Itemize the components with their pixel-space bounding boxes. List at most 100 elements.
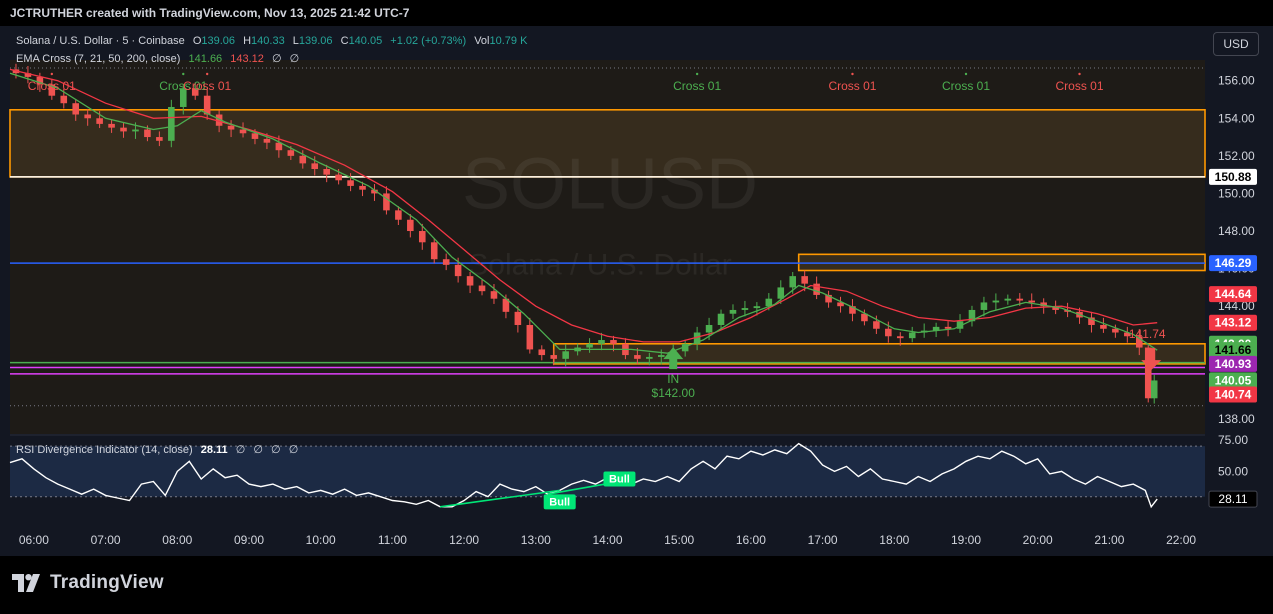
x-tick-label: 17:00 <box>808 533 838 547</box>
tradingview-logo[interactable]: TradingView <box>12 572 164 594</box>
cross-marker <box>182 72 185 76</box>
candle-body <box>203 95 211 115</box>
ema-legend: EMA Cross (7, 21, 50, 200, close) 141.66… <box>16 52 304 65</box>
candle-body <box>705 324 713 333</box>
rsi-empty-value: ∅ <box>235 444 246 456</box>
bull-label-text: Bull <box>549 496 570 508</box>
candle-body <box>657 355 665 357</box>
x-tick-label: 22:00 <box>1166 533 1196 547</box>
ohlc-change: +1.02 (+0.73%) <box>390 35 467 47</box>
candle-body <box>383 193 390 211</box>
candle-body <box>562 351 569 359</box>
chart-canvas[interactable]: SOLUSD Solana / U.S. Dollar Cross 01 Cross … <box>0 26 1273 556</box>
candle-body <box>144 129 151 138</box>
cross-label: Cross 01 <box>28 79 76 93</box>
ohlc-open: O139.06 <box>192 35 236 47</box>
candle-body <box>598 340 605 344</box>
candle-body <box>454 264 462 277</box>
ema-empty-value: ∅ <box>271 53 282 65</box>
candle-body <box>992 300 1000 303</box>
x-tick-label: 16:00 <box>736 533 766 547</box>
watermark-name: Solana / U.S. Dollar <box>468 248 731 281</box>
sell-label: 141.74 <box>1129 327 1166 341</box>
candle-body <box>96 118 103 124</box>
x-tick-label: 14:00 <box>592 533 622 547</box>
candle-body <box>634 355 641 359</box>
x-tick-label: 15:00 <box>664 533 694 547</box>
symbol-legend: Solana / U.S. Dollar · 5 · Coinbase O139… <box>16 35 532 47</box>
candle-body <box>908 332 916 339</box>
candle-body <box>717 313 725 325</box>
price-label-text: 140.05 <box>1215 373 1252 387</box>
buy-label: IN <box>667 372 679 386</box>
rsi-empty-value: ∅ <box>253 444 263 456</box>
cross-marker <box>964 72 968 76</box>
candle-body <box>980 302 988 310</box>
price-zone <box>797 253 1206 272</box>
rsi-empty-value: ∅ <box>288 444 299 456</box>
candle-body <box>132 129 139 132</box>
candle-body <box>359 185 366 190</box>
candle-body <box>885 328 892 337</box>
candle-body <box>490 291 498 299</box>
x-tick-label: 07:00 <box>91 533 121 547</box>
x-tick-label: 21:00 <box>1094 533 1124 547</box>
candle-body <box>72 103 80 115</box>
candle-body <box>287 150 295 156</box>
candle-body <box>550 355 558 359</box>
caption-text: JCTRUTHER created with TradingView.com, … <box>10 6 410 20</box>
candle-body <box>526 324 534 350</box>
ema-label[interactable]: EMA Cross (7, 21, 50, 200, close) <box>16 53 180 65</box>
tradingview-logo-icon <box>12 574 40 592</box>
rsi-value: 28.11 <box>200 444 228 456</box>
x-tick-label: 08:00 <box>162 533 192 547</box>
bull-label-text: Bull <box>609 474 630 486</box>
rsi-label[interactable]: RSI Divergence Indicator (14, close) <box>16 444 193 456</box>
cross-marker <box>1078 72 1081 76</box>
candle-body <box>789 276 797 288</box>
price-label-text: 140.74 <box>1215 388 1252 402</box>
candle-body <box>586 343 593 348</box>
currency-button[interactable]: USD <box>1213 32 1259 56</box>
candle-body <box>263 138 271 143</box>
candle-body <box>478 285 486 292</box>
candle-body <box>60 95 68 104</box>
watermark-ticker: SOLUSD <box>462 144 758 224</box>
x-tick-label: 18:00 <box>879 533 909 547</box>
y-tick-label: 148.00 <box>1218 224 1255 238</box>
rsi-legend: RSI Divergence Indicator (14, close) 28.… <box>16 443 303 456</box>
candle-body <box>442 259 450 265</box>
price-zone <box>552 342 1206 365</box>
footer <box>0 556 1273 614</box>
ema-slow-value: 143.12 <box>230 53 264 65</box>
candle-body <box>227 125 235 130</box>
candle-body <box>156 137 163 141</box>
candle-body <box>466 276 474 286</box>
price-label-text: 146.29 <box>1215 256 1252 270</box>
cross-label: Cross 01 <box>183 79 231 93</box>
price-label-text: 143.12 <box>1215 316 1252 330</box>
rsi-tick-label: 75.00 <box>1218 433 1248 447</box>
y-tick-label: 138.00 <box>1218 412 1255 426</box>
candle-body <box>1100 324 1107 329</box>
candle-body <box>610 340 617 344</box>
cross-marker <box>695 72 699 76</box>
candle-body <box>514 311 522 325</box>
x-tick-label: 06:00 <box>19 533 49 547</box>
symbol-label[interactable]: Solana / U.S. Dollar · 5 · Coinbase <box>16 35 185 47</box>
volume: Vol10.79 K <box>474 35 528 47</box>
ohlc-high: H140.33 <box>243 35 285 47</box>
rsi-value-text: 28.11 <box>1218 492 1247 506</box>
candle-body <box>108 123 115 128</box>
rsi-tick-label: 50.00 <box>1218 464 1248 478</box>
x-tick-label: 20:00 <box>1023 533 1053 547</box>
cross-label: Cross 01 <box>942 79 990 93</box>
x-tick-label: 12:00 <box>449 533 479 547</box>
candle-body <box>395 210 402 220</box>
y-tick-label: 154.00 <box>1218 111 1255 125</box>
x-tick-label: 11:00 <box>378 533 407 547</box>
x-tick-label: 09:00 <box>234 533 264 547</box>
candle-body <box>813 283 820 295</box>
rsi-empty-value: ∅ <box>271 444 281 456</box>
candle-body <box>1004 298 1012 301</box>
